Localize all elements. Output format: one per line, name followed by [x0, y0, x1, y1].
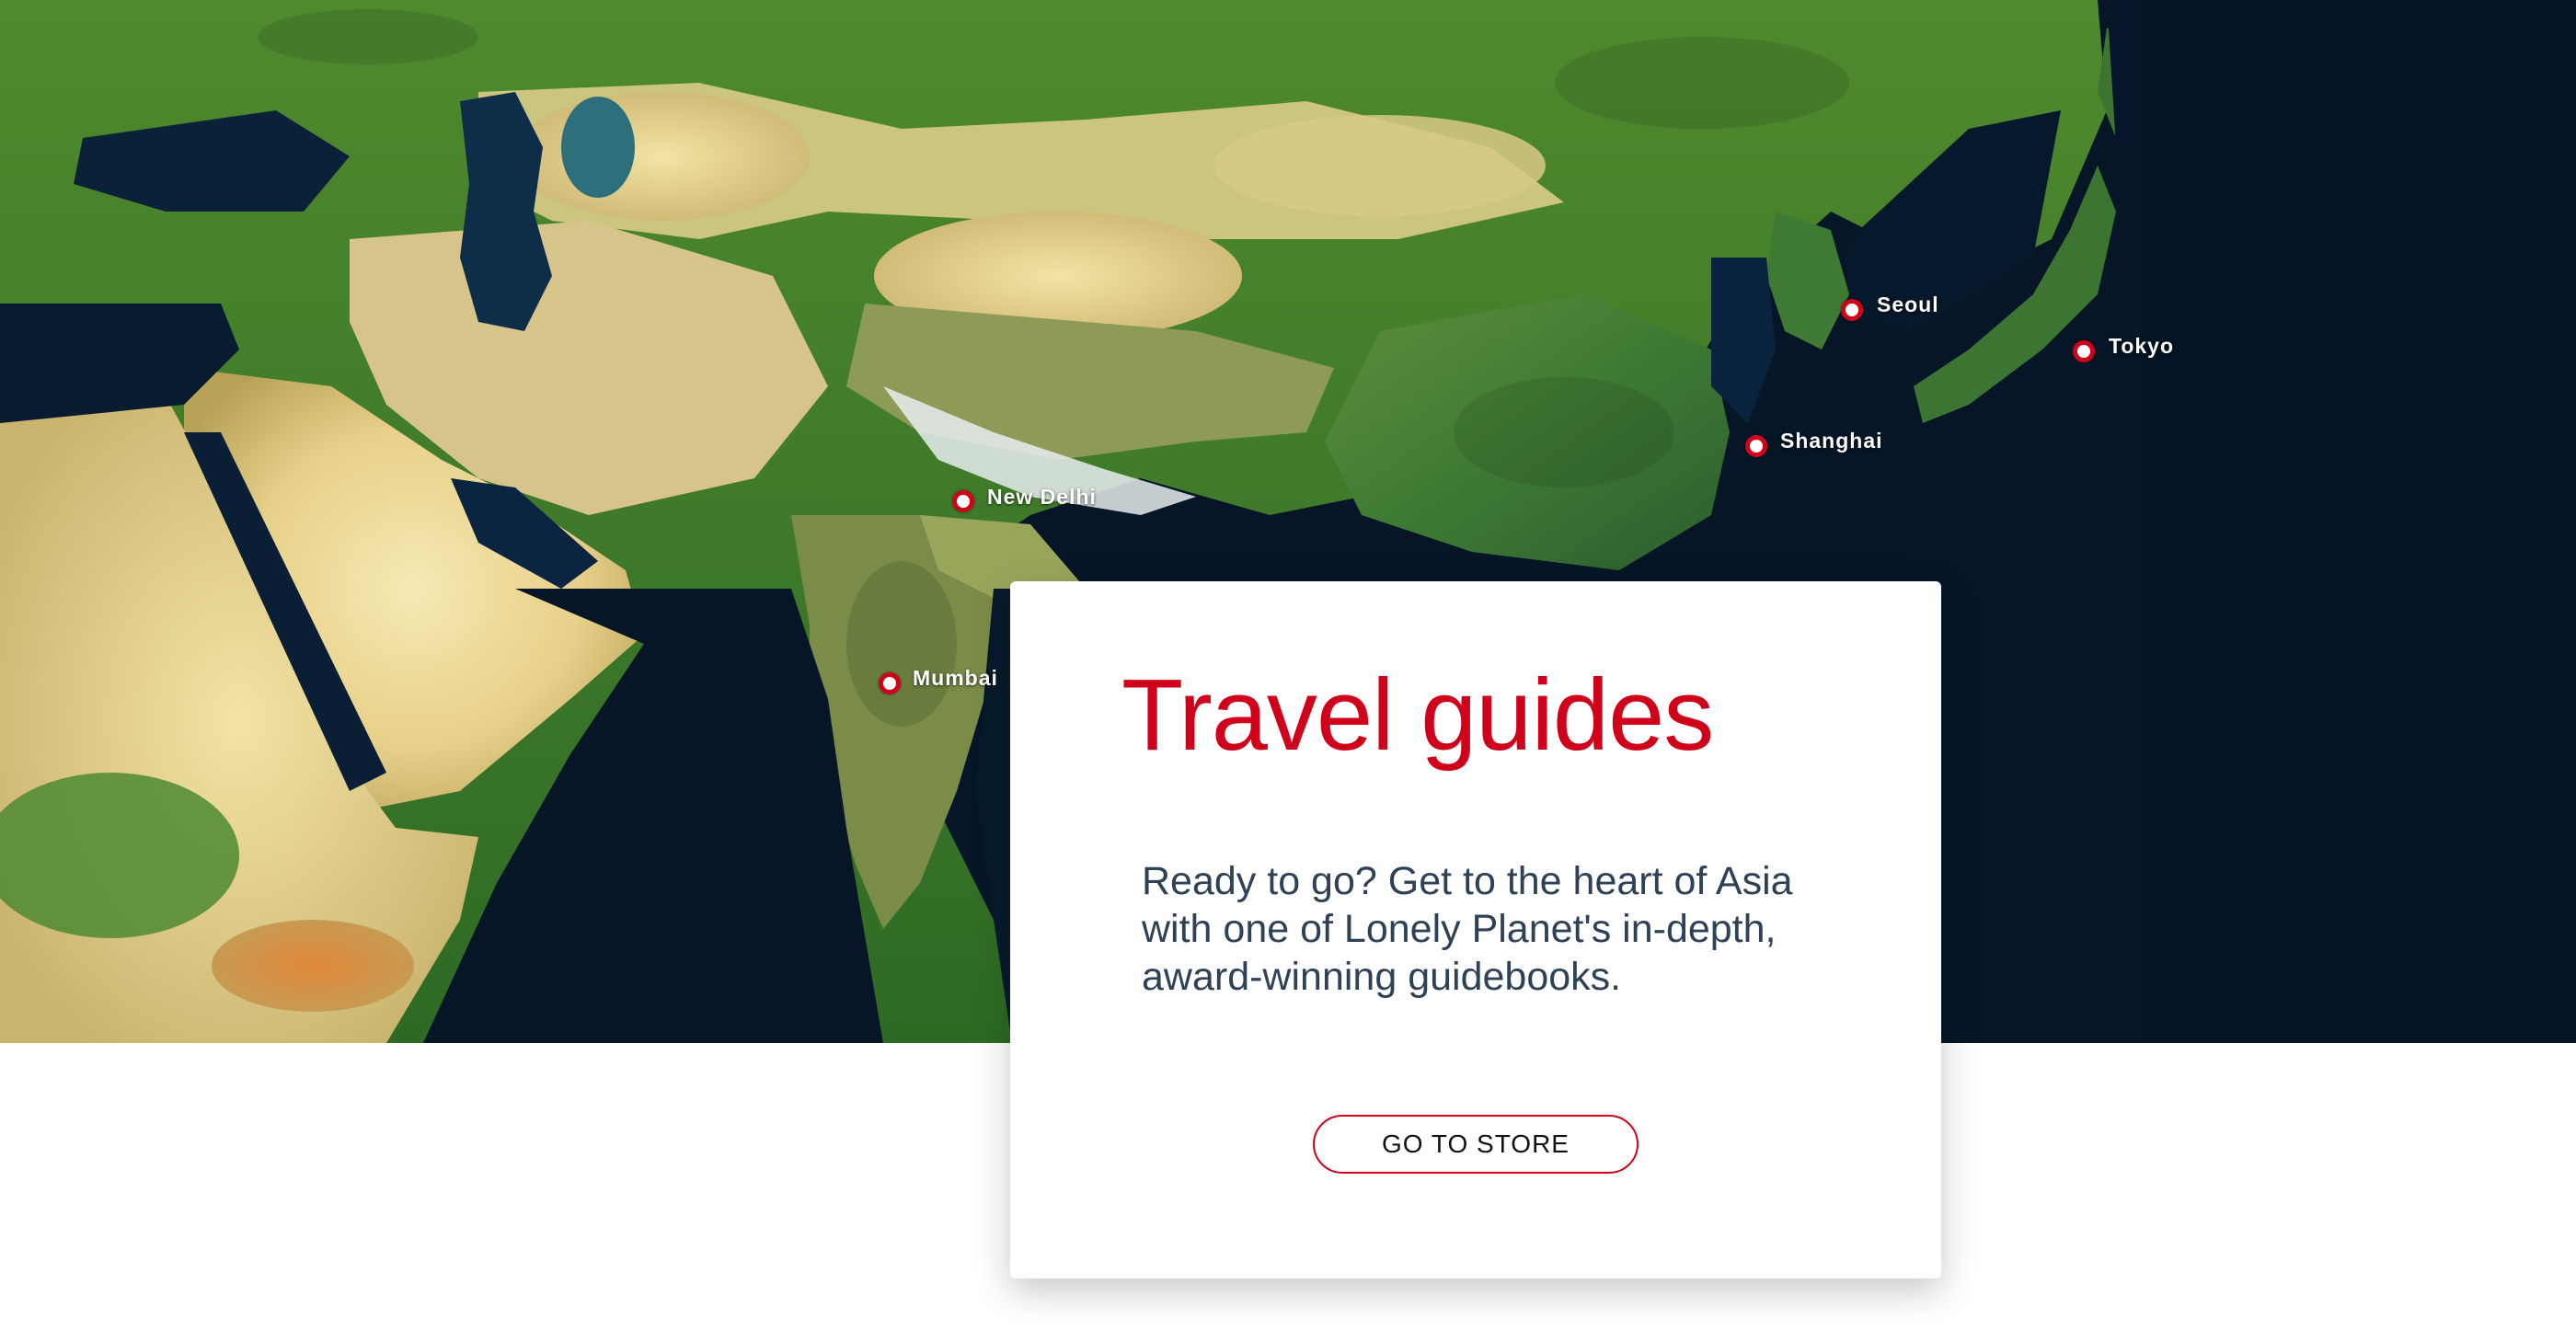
city-pin-icon[interactable] — [879, 672, 901, 694]
city-label-mumbai[interactable]: Mumbai — [913, 666, 998, 691]
city-label-new-delhi[interactable]: New Delhi — [987, 485, 1097, 510]
city-label-shanghai[interactable]: Shanghai — [1780, 429, 1883, 453]
city-pin-icon[interactable] — [1841, 299, 1863, 321]
city-pin-icon[interactable] — [1745, 435, 1767, 457]
city-label-tokyo[interactable]: Tokyo — [2109, 334, 2174, 359]
travel-guides-card: Travel guides Ready to go? Get to the he… — [1010, 581, 1941, 1278]
city-pin-icon[interactable] — [2073, 340, 2095, 362]
card-title: Travel guides — [1121, 659, 1714, 772]
card-description: Ready to go? Get to the heart of Asia wi… — [1142, 859, 1793, 999]
city-label-seoul[interactable]: Seoul — [1877, 292, 1939, 317]
city-pin-icon[interactable] — [952, 490, 974, 512]
go-to-store-button[interactable]: GO TO STORE — [1313, 1115, 1639, 1174]
